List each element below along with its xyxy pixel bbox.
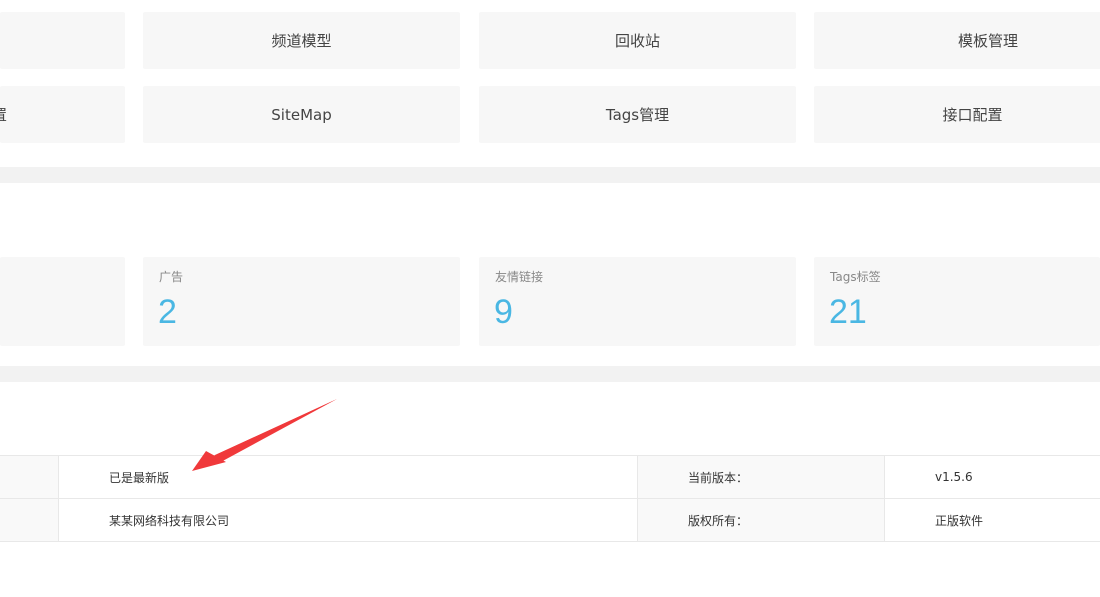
shortcut-channel-model[interactable]: 频道模型	[143, 12, 460, 69]
shortcut-label: 置	[0, 104, 7, 125]
stat-card-tags[interactable]: Tags标签 21	[814, 257, 1100, 346]
shortcut-label: 接口配置	[942, 106, 1003, 124]
shortcut-label: 模板管理	[957, 32, 1018, 50]
copyright-label: 版权所有：	[637, 498, 885, 542]
stat-card-links[interactable]: 友情链接 9	[479, 257, 796, 346]
shortcut-template-manage[interactable]: 模板管理	[814, 12, 1100, 69]
version-value: v1.5.6	[884, 455, 1100, 499]
shortcut-tile-partial[interactable]: 置	[0, 86, 125, 143]
stat-value: 2	[158, 293, 177, 331]
stat-label: Tags标签	[830, 270, 881, 284]
stat-value: 21	[829, 293, 867, 331]
stat-label: 广告	[159, 270, 184, 284]
shortcut-label: Tags管理	[605, 106, 670, 124]
shortcut-label: 频道模型	[271, 32, 332, 50]
shortcut-tags-manage[interactable]: Tags管理	[479, 86, 796, 143]
shortcut-label: SiteMap	[271, 105, 332, 124]
shortcut-sitemap[interactable]: SiteMap	[143, 86, 460, 143]
system-info-table: 已是最新版 当前版本： v1.5.6 某某网络科技有限公司 版权所有： 正版软件	[0, 455, 1100, 542]
shortcut-api-config[interactable]: 接口配置	[814, 86, 1100, 143]
dashboard-page: 频道模型 回收站 模板管理 置 SiteMap Tags管理 接口配置 广告 2…	[0, 0, 1100, 597]
shortcut-label: 回收站	[614, 32, 660, 50]
table-row: 某某网络科技有限公司 版权所有： 正版软件	[0, 498, 1100, 542]
stat-label: 友情链接	[495, 270, 544, 284]
shortcut-tile-partial[interactable]	[0, 12, 125, 69]
stat-card-ads[interactable]: 广告 2	[143, 257, 460, 346]
table-cell-label-partial	[0, 498, 59, 542]
company-name: 某某网络科技有限公司	[58, 498, 638, 542]
table-row: 已是最新版 当前版本： v1.5.6	[0, 455, 1100, 499]
version-label: 当前版本：	[637, 455, 885, 499]
shortcut-recycle-bin[interactable]: 回收站	[479, 12, 796, 69]
stat-card-partial	[0, 257, 125, 346]
section-divider	[0, 366, 1100, 382]
copyright-value: 正版软件	[884, 498, 1100, 542]
update-status: 已是最新版	[58, 455, 638, 499]
stat-value: 9	[494, 293, 513, 331]
section-divider	[0, 167, 1100, 183]
table-cell-label-partial	[0, 455, 59, 499]
